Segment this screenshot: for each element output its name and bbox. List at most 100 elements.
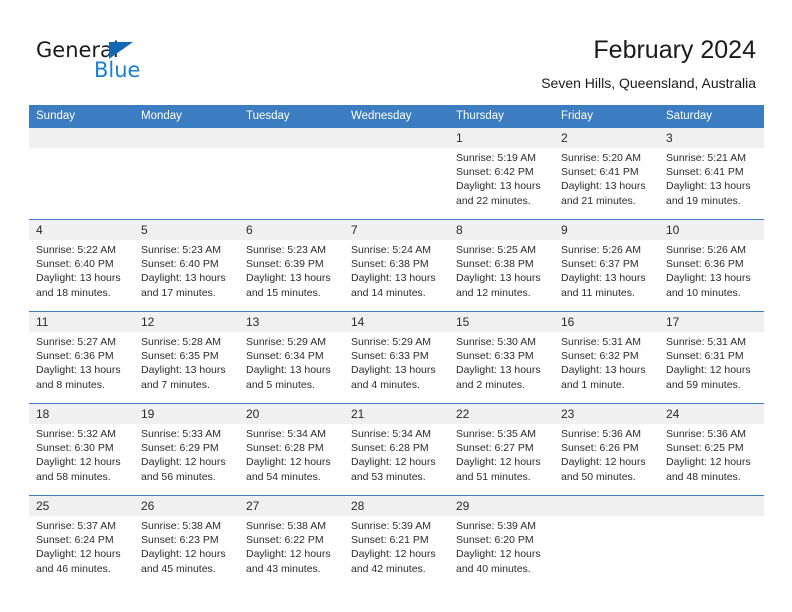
sunrise-text: Sunrise: 5:38 AM	[246, 520, 326, 532]
daylight-text-line2: and 56 minutes.	[141, 470, 216, 483]
day-number[interactable]	[29, 128, 134, 148]
day-cell[interactable]: Sunrise: 5:28 AM Sunset: 6:35 PM Dayligh…	[134, 332, 239, 404]
week-detail-row: Sunrise: 5:19 AM Sunset: 6:42 PM Dayligh…	[29, 148, 764, 220]
day-number[interactable]: 7	[344, 219, 449, 240]
day-cell[interactable]	[554, 516, 659, 587]
day-number[interactable]	[344, 128, 449, 148]
sunset-text: Sunset: 6:38 PM	[456, 258, 534, 271]
day-cell[interactable]: Sunrise: 5:20 AM Sunset: 6:41 PM Dayligh…	[554, 148, 659, 220]
daylight-text-line1: Daylight: 13 hours	[246, 364, 331, 377]
day-cell[interactable]: Sunrise: 5:34 AM Sunset: 6:28 PM Dayligh…	[344, 424, 449, 496]
day-number[interactable]: 16	[554, 311, 659, 332]
daylight-text-line1: Daylight: 12 hours	[141, 548, 226, 561]
day-cell[interactable]: Sunrise: 5:39 AM Sunset: 6:20 PM Dayligh…	[449, 516, 554, 587]
day-cell[interactable]: Sunrise: 5:30 AM Sunset: 6:33 PM Dayligh…	[449, 332, 554, 404]
day-number[interactable]: 22	[449, 403, 554, 424]
day-number[interactable]: 14	[344, 311, 449, 332]
day-cell[interactable]: Sunrise: 5:38 AM Sunset: 6:23 PM Dayligh…	[134, 516, 239, 587]
day-cell[interactable]: Sunrise: 5:34 AM Sunset: 6:28 PM Dayligh…	[239, 424, 344, 496]
day-cell[interactable]: Sunrise: 5:26 AM Sunset: 6:37 PM Dayligh…	[554, 240, 659, 312]
daylight-text-line2: and 8 minutes.	[36, 378, 105, 391]
day-number[interactable]: 18	[29, 403, 134, 424]
sunset-text: Sunset: 6:39 PM	[246, 258, 324, 271]
sunrise-text: Sunrise: 5:37 AM	[36, 520, 116, 532]
day-cell[interactable]	[239, 148, 344, 220]
daylight-text-line1: Daylight: 13 hours	[141, 272, 226, 285]
sunrise-text: Sunrise: 5:31 AM	[666, 336, 746, 348]
day-cell[interactable]: Sunrise: 5:33 AM Sunset: 6:29 PM Dayligh…	[134, 424, 239, 496]
sunset-text: Sunset: 6:33 PM	[351, 350, 429, 363]
daylight-text-line2: and 48 minutes.	[666, 470, 741, 483]
day-number[interactable]: 1	[449, 128, 554, 148]
day-cell[interactable]	[134, 148, 239, 220]
day-cell[interactable]: Sunrise: 5:39 AM Sunset: 6:21 PM Dayligh…	[344, 516, 449, 587]
day-cell[interactable]	[659, 516, 764, 587]
day-number[interactable]: 24	[659, 403, 764, 424]
day-number[interactable]: 29	[449, 495, 554, 516]
day-number[interactable]	[134, 128, 239, 148]
day-number[interactable]: 13	[239, 311, 344, 332]
daylight-text-line2: and 58 minutes.	[36, 470, 111, 483]
sunrise-text: Sunrise: 5:29 AM	[246, 336, 326, 348]
week-daynumber-row: 4 5 6 7 8 9 10	[29, 219, 764, 240]
day-number[interactable]: 27	[239, 495, 344, 516]
day-cell[interactable]: Sunrise: 5:24 AM Sunset: 6:38 PM Dayligh…	[344, 240, 449, 312]
sunrise-text: Sunrise: 5:26 AM	[561, 244, 641, 256]
day-cell[interactable]: Sunrise: 5:31 AM Sunset: 6:32 PM Dayligh…	[554, 332, 659, 404]
daylight-text-line2: and 11 minutes.	[561, 286, 635, 299]
day-cell[interactable]	[344, 148, 449, 220]
day-number[interactable]: 26	[134, 495, 239, 516]
day-number[interactable]: 6	[239, 219, 344, 240]
day-number[interactable]: 12	[134, 311, 239, 332]
day-cell[interactable]: Sunrise: 5:37 AM Sunset: 6:24 PM Dayligh…	[29, 516, 134, 587]
day-number[interactable]: 9	[554, 219, 659, 240]
day-cell[interactable]: Sunrise: 5:38 AM Sunset: 6:22 PM Dayligh…	[239, 516, 344, 587]
day-cell[interactable]: Sunrise: 5:29 AM Sunset: 6:33 PM Dayligh…	[344, 332, 449, 404]
day-number[interactable]: 15	[449, 311, 554, 332]
day-number[interactable]: 8	[449, 219, 554, 240]
day-cell[interactable]: Sunrise: 5:25 AM Sunset: 6:38 PM Dayligh…	[449, 240, 554, 312]
day-number[interactable]: 10	[659, 219, 764, 240]
day-number[interactable]: 28	[344, 495, 449, 516]
sunrise-text: Sunrise: 5:26 AM	[666, 244, 746, 256]
day-cell[interactable]: Sunrise: 5:29 AM Sunset: 6:34 PM Dayligh…	[239, 332, 344, 404]
day-number[interactable]: 5	[134, 219, 239, 240]
day-cell[interactable]: Sunrise: 5:23 AM Sunset: 6:39 PM Dayligh…	[239, 240, 344, 312]
day-cell[interactable]: Sunrise: 5:36 AM Sunset: 6:25 PM Dayligh…	[659, 424, 764, 496]
day-cell[interactable]: Sunrise: 5:31 AM Sunset: 6:31 PM Dayligh…	[659, 332, 764, 404]
day-cell[interactable]: Sunrise: 5:19 AM Sunset: 6:42 PM Dayligh…	[449, 148, 554, 220]
day-cell[interactable]: Sunrise: 5:21 AM Sunset: 6:41 PM Dayligh…	[659, 148, 764, 220]
day-number[interactable]: 23	[554, 403, 659, 424]
day-number[interactable]	[659, 495, 764, 516]
sunrise-text: Sunrise: 5:35 AM	[456, 428, 536, 440]
daylight-text-line2: and 14 minutes.	[351, 286, 426, 299]
daylight-text-line1: Daylight: 12 hours	[456, 456, 541, 469]
day-number[interactable]: 21	[344, 403, 449, 424]
daylight-text-line2: and 45 minutes.	[141, 562, 216, 575]
day-number[interactable]: 4	[29, 219, 134, 240]
day-number[interactable]: 20	[239, 403, 344, 424]
day-cell[interactable]: Sunrise: 5:35 AM Sunset: 6:27 PM Dayligh…	[449, 424, 554, 496]
sunset-text: Sunset: 6:35 PM	[141, 350, 219, 363]
day-number[interactable]	[239, 128, 344, 148]
day-number[interactable]: 2	[554, 128, 659, 148]
day-number[interactable]: 17	[659, 311, 764, 332]
day-cell[interactable]: Sunrise: 5:36 AM Sunset: 6:26 PM Dayligh…	[554, 424, 659, 496]
day-number[interactable]: 25	[29, 495, 134, 516]
sunrise-text: Sunrise: 5:25 AM	[456, 244, 536, 256]
day-cell[interactable]: Sunrise: 5:22 AM Sunset: 6:40 PM Dayligh…	[29, 240, 134, 312]
day-number[interactable]: 11	[29, 311, 134, 332]
day-number[interactable]: 19	[134, 403, 239, 424]
day-cell[interactable]	[29, 148, 134, 220]
day-number[interactable]	[554, 495, 659, 516]
daylight-text-line1: Daylight: 13 hours	[456, 180, 541, 193]
day-cell[interactable]: Sunrise: 5:27 AM Sunset: 6:36 PM Dayligh…	[29, 332, 134, 404]
day-number[interactable]: 3	[659, 128, 764, 148]
daylight-text-line1: Daylight: 12 hours	[351, 456, 436, 469]
sunset-text: Sunset: 6:28 PM	[246, 442, 324, 455]
day-cell[interactable]: Sunrise: 5:32 AM Sunset: 6:30 PM Dayligh…	[29, 424, 134, 496]
day-cell[interactable]: Sunrise: 5:23 AM Sunset: 6:40 PM Dayligh…	[134, 240, 239, 312]
day-cell[interactable]: Sunrise: 5:26 AM Sunset: 6:36 PM Dayligh…	[659, 240, 764, 312]
page-subtitle-location: Seven Hills, Queensland, Australia	[541, 75, 756, 91]
sunset-text: Sunset: 6:33 PM	[456, 350, 534, 363]
